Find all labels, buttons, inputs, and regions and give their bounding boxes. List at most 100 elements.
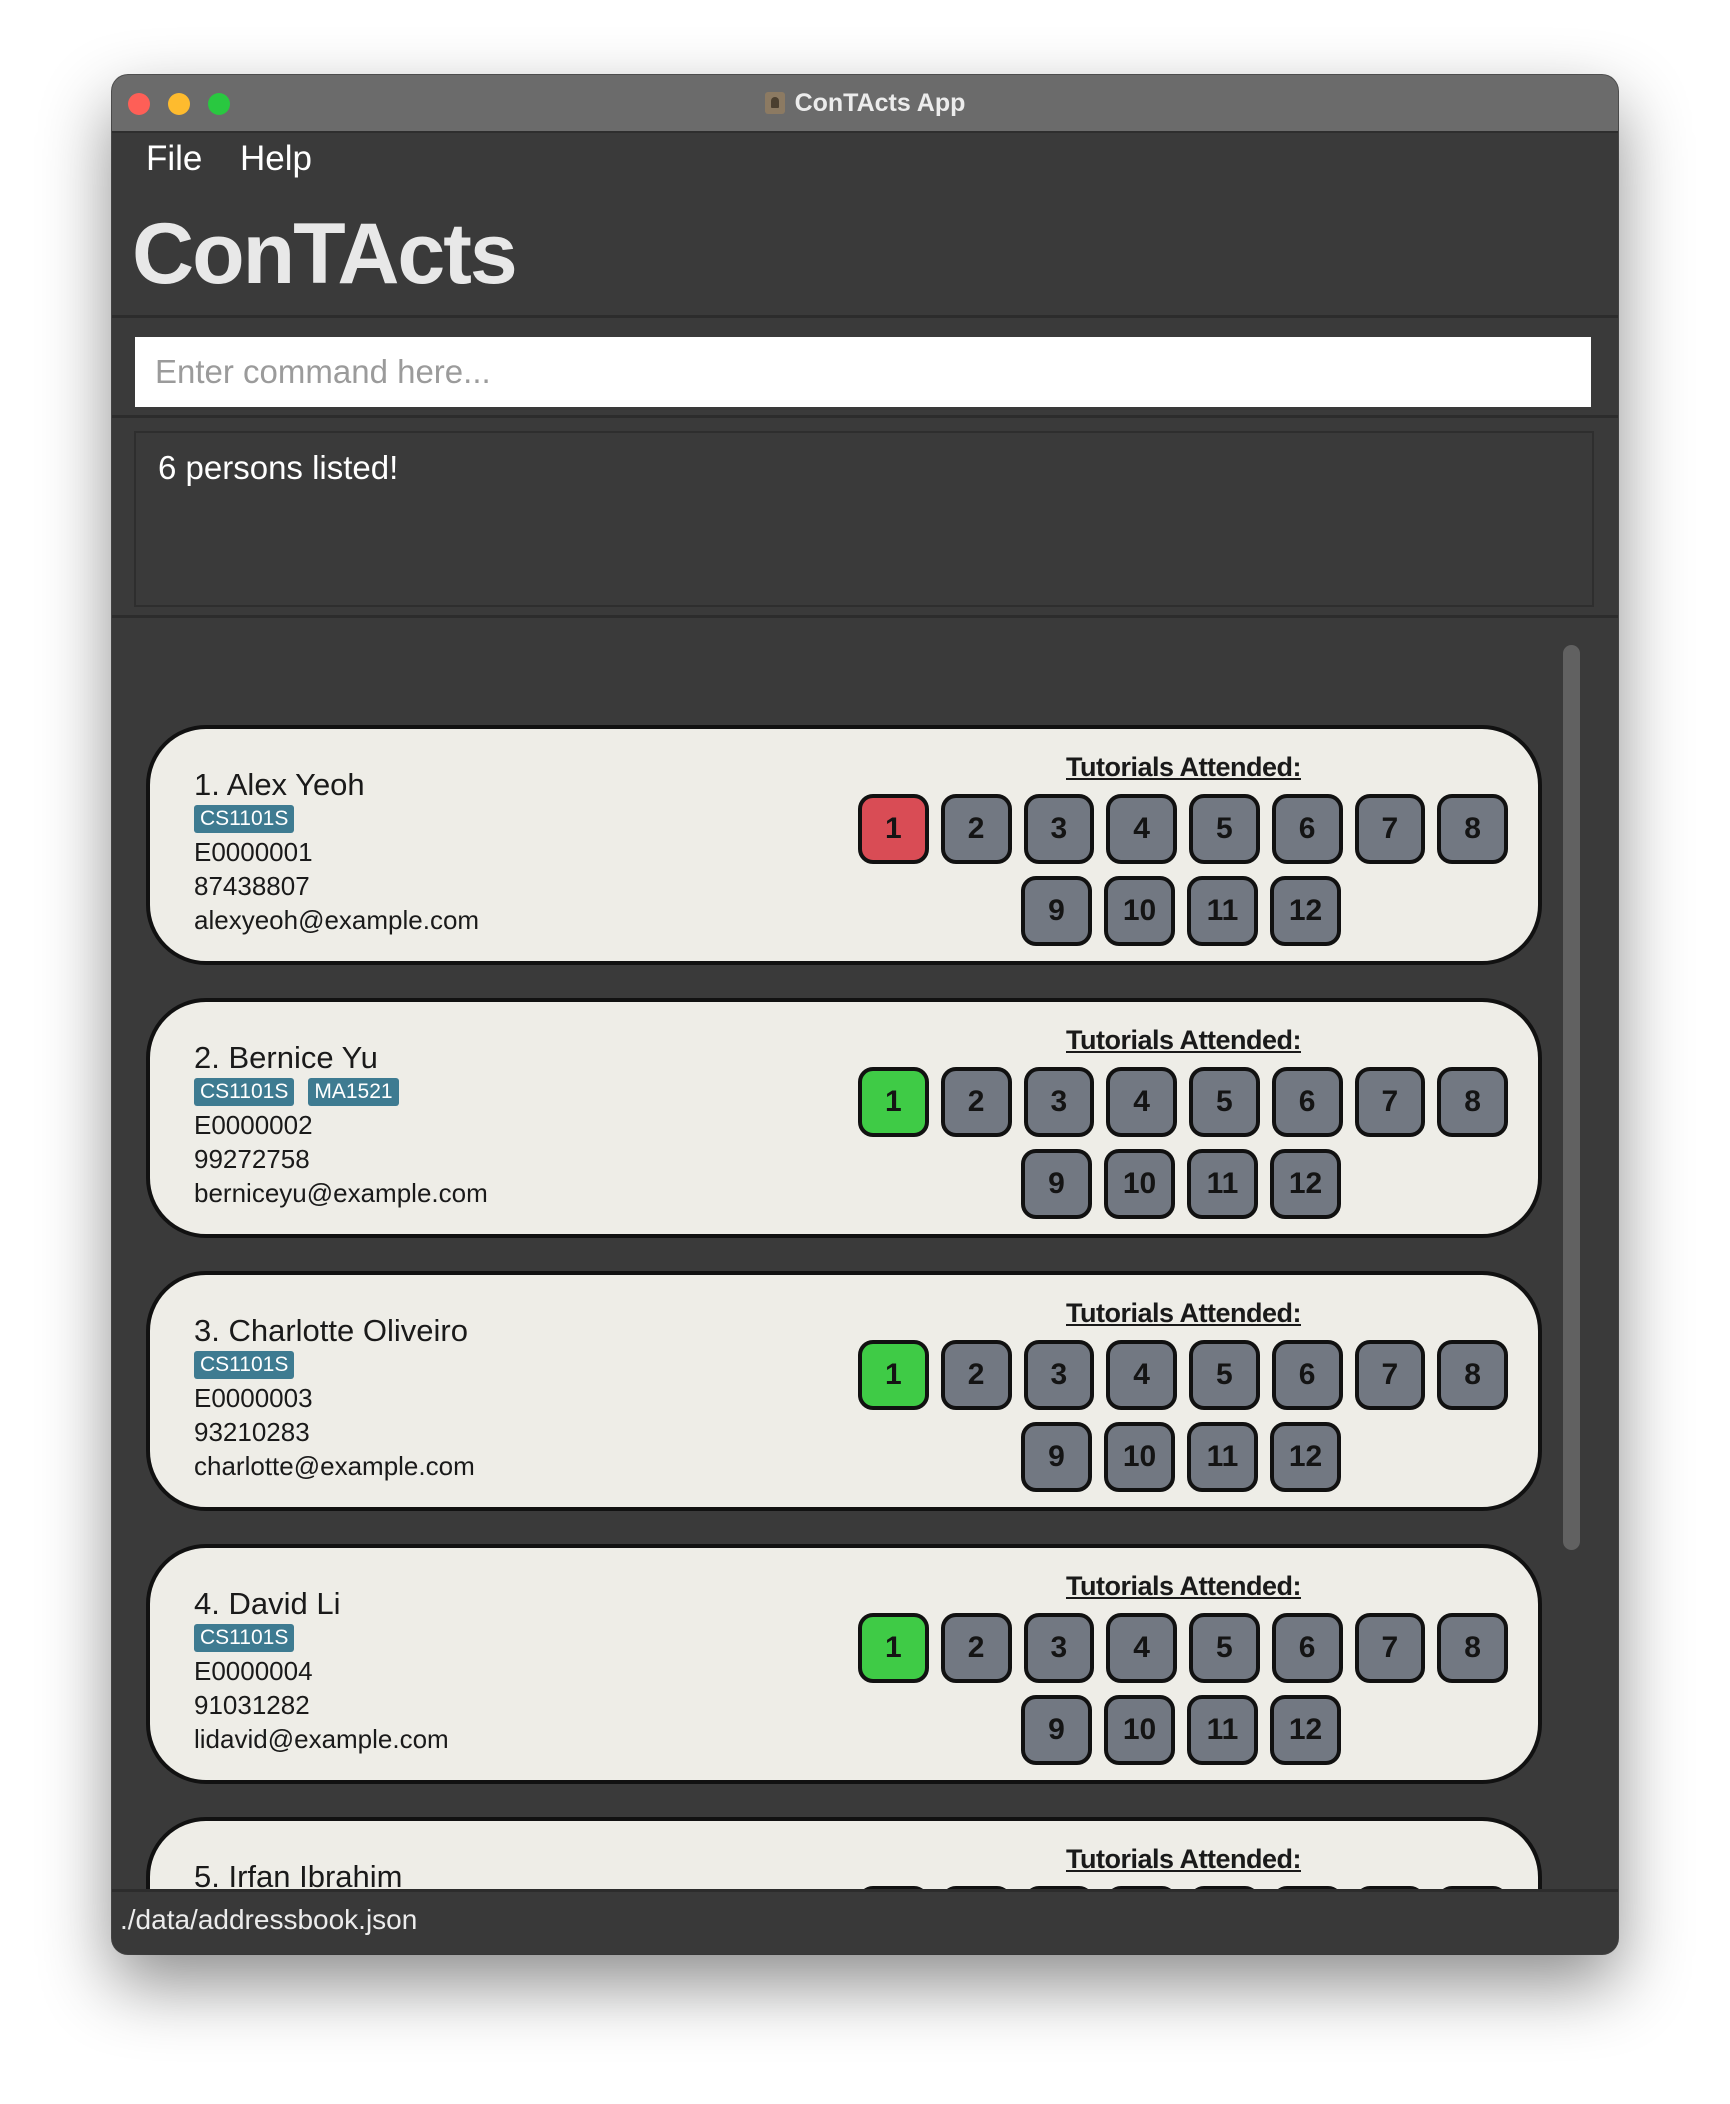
person-phone: 93210283 [194,1417,310,1447]
title-bar: ConTActs App [112,75,1618,133]
tutorials-attended-label: Tutorials Attended: [1066,1571,1302,1601]
menu-help[interactable]: Help [240,139,312,179]
person-phone: 91031282 [194,1690,310,1720]
tutorial-6-button[interactable]: 6 [1271,1067,1343,1137]
result-message: 6 persons listed! [158,449,399,486]
divider [112,615,1618,618]
tag-badge: CS1101S [194,1078,295,1106]
tutorials-attended-label: Tutorials Attended: [1066,1844,1302,1874]
result-display: 6 persons listed! [134,431,1594,607]
tutorial-2-button[interactable]: 2 [940,1613,1012,1683]
person-phone: 87438807 [194,871,310,901]
command-input[interactable] [135,337,1591,407]
tutorial-7-button[interactable]: 7 [1354,1067,1426,1137]
tutorials-attended-label: Tutorials Attended: [1066,1025,1302,1055]
tutorial-grid: 123456789101112 [858,1340,1508,1492]
tutorial-2-button[interactable]: 2 [940,1067,1012,1137]
person-card[interactable]: 1. Alex Yeoh CS1101S E0000001 87438807 alexy… [146,725,1542,965]
tutorial-8-button[interactable]: 8 [1437,1067,1508,1137]
tutorial-1-button[interactable]: 1 [858,794,929,864]
person-tags: CS1101S [194,805,295,833]
window-title: ConTActs App [794,88,966,117]
person-tags: CS1101S [194,1624,295,1652]
person-email: berniceyu@example.com [194,1178,488,1208]
tutorial-4-button[interactable]: 4 [1106,1340,1177,1410]
tutorial-5-button[interactable]: 5 [1189,794,1260,864]
person-id: E0000004 [194,1656,313,1686]
tag-badge: CS1101S [194,805,295,833]
person-name: 1. Alex Yeoh [194,767,365,802]
person-email: alexyeoh@example.com [194,905,480,935]
tutorial-2-button[interactable]: 2 [940,1340,1012,1410]
tutorials-attended-label: Tutorials Attended: [1066,752,1302,782]
tutorial-7-button[interactable]: 7 [1354,794,1426,864]
tutorial-grid: 123456789101112 [858,1067,1508,1219]
tag-badge: CS1101S [194,1624,295,1652]
person-list[interactable]: 1. Alex Yeoh CS1101S E0000001 87438807 alexy… [112,635,1618,1943]
tutorial-12-button[interactable]: 12 [1270,1422,1341,1492]
tutorial-12-button[interactable]: 12 [1270,1695,1341,1765]
tutorial-12-button[interactable]: 12 [1270,1149,1341,1219]
person-phone: 99272758 [194,1144,310,1174]
person-name: 4. David Li [194,1586,341,1621]
scrollbar[interactable] [1563,645,1580,1550]
app-heading: ConTActs [132,206,518,302]
tutorial-10-button[interactable]: 10 [1104,1149,1175,1219]
tutorial-8-button[interactable]: 8 [1437,794,1508,864]
menu-file[interactable]: File [146,139,202,179]
person-card[interactable]: 2. Bernice Yu CS1101S MA1521 E0000002 992727… [146,998,1542,1238]
tutorial-1-button[interactable]: 1 [858,1613,929,1683]
tutorial-4-button[interactable]: 4 [1106,1067,1177,1137]
tutorial-1-button[interactable]: 1 [858,1067,929,1137]
tutorial-10-button[interactable]: 10 [1104,1422,1175,1492]
tutorial-5-button[interactable]: 5 [1189,1613,1260,1683]
tutorial-11-button[interactable]: 11 [1187,876,1258,946]
tutorial-12-button[interactable]: 12 [1270,876,1341,946]
tutorial-9-button[interactable]: 9 [1021,1422,1092,1492]
tutorial-6-button[interactable]: 6 [1271,1340,1343,1410]
tutorial-3-button[interactable]: 3 [1023,1613,1095,1683]
tutorial-6-button[interactable]: 6 [1271,794,1343,864]
tutorial-11-button[interactable]: 11 [1187,1149,1258,1219]
tutorial-11-button[interactable]: 11 [1187,1422,1258,1492]
tutorial-3-button[interactable]: 3 [1023,1067,1095,1137]
divider [112,315,1618,318]
person-name: 3. Charlotte Oliveiro [194,1313,468,1348]
tutorial-9-button[interactable]: 9 [1021,1149,1092,1219]
tutorial-3-button[interactable]: 3 [1023,1340,1095,1410]
tutorial-11-button[interactable]: 11 [1187,1695,1258,1765]
person-id: E0000001 [194,837,313,867]
person-id: E0000003 [194,1383,313,1413]
data-file-path: ./data/addressbook.json [120,1904,418,1935]
person-tags: CS1101S MA1521 [194,1078,399,1106]
person-id: E0000002 [194,1110,313,1140]
tutorial-5-button[interactable]: 5 [1189,1067,1260,1137]
tutorial-5-button[interactable]: 5 [1189,1340,1260,1410]
tutorial-4-button[interactable]: 4 [1106,794,1177,864]
tutorial-7-button[interactable]: 7 [1354,1613,1426,1683]
tutorial-8-button[interactable]: 8 [1437,1613,1508,1683]
tutorial-2-button[interactable]: 2 [940,794,1012,864]
tutorial-grid: 123456789101112 [858,1613,1508,1765]
person-card[interactable]: 4. David Li CS1101S E0000004 91031282 lidavi… [146,1544,1542,1784]
tutorial-4-button[interactable]: 4 [1106,1613,1177,1683]
tutorial-1-button[interactable]: 1 [858,1340,929,1410]
menu-bar: File Help [112,133,1618,183]
person-name: 2. Bernice Yu [194,1040,378,1075]
tutorial-6-button[interactable]: 6 [1271,1613,1343,1683]
tutorial-7-button[interactable]: 7 [1354,1340,1426,1410]
tag-badge: CS1101S [194,1351,295,1379]
divider [112,415,1618,418]
person-card[interactable]: 3. Charlotte Oliveiro CS1101S E0000003 9321… [146,1271,1542,1511]
app-icon [764,92,785,114]
tutorial-9-button[interactable]: 9 [1021,1695,1092,1765]
tutorial-3-button[interactable]: 3 [1023,794,1095,864]
tutorial-10-button[interactable]: 10 [1104,1695,1175,1765]
tutorial-10-button[interactable]: 10 [1104,876,1175,946]
status-bar: ./data/addressbook.json [112,1889,1618,1954]
tutorial-8-button[interactable]: 8 [1437,1340,1508,1410]
tutorial-9-button[interactable]: 9 [1021,876,1092,946]
app-window: ConTActs App File Help ConTActs 6 person… [112,75,1618,1954]
tag-badge: MA1521 [308,1078,399,1106]
person-email: lidavid@example.com [194,1724,449,1754]
